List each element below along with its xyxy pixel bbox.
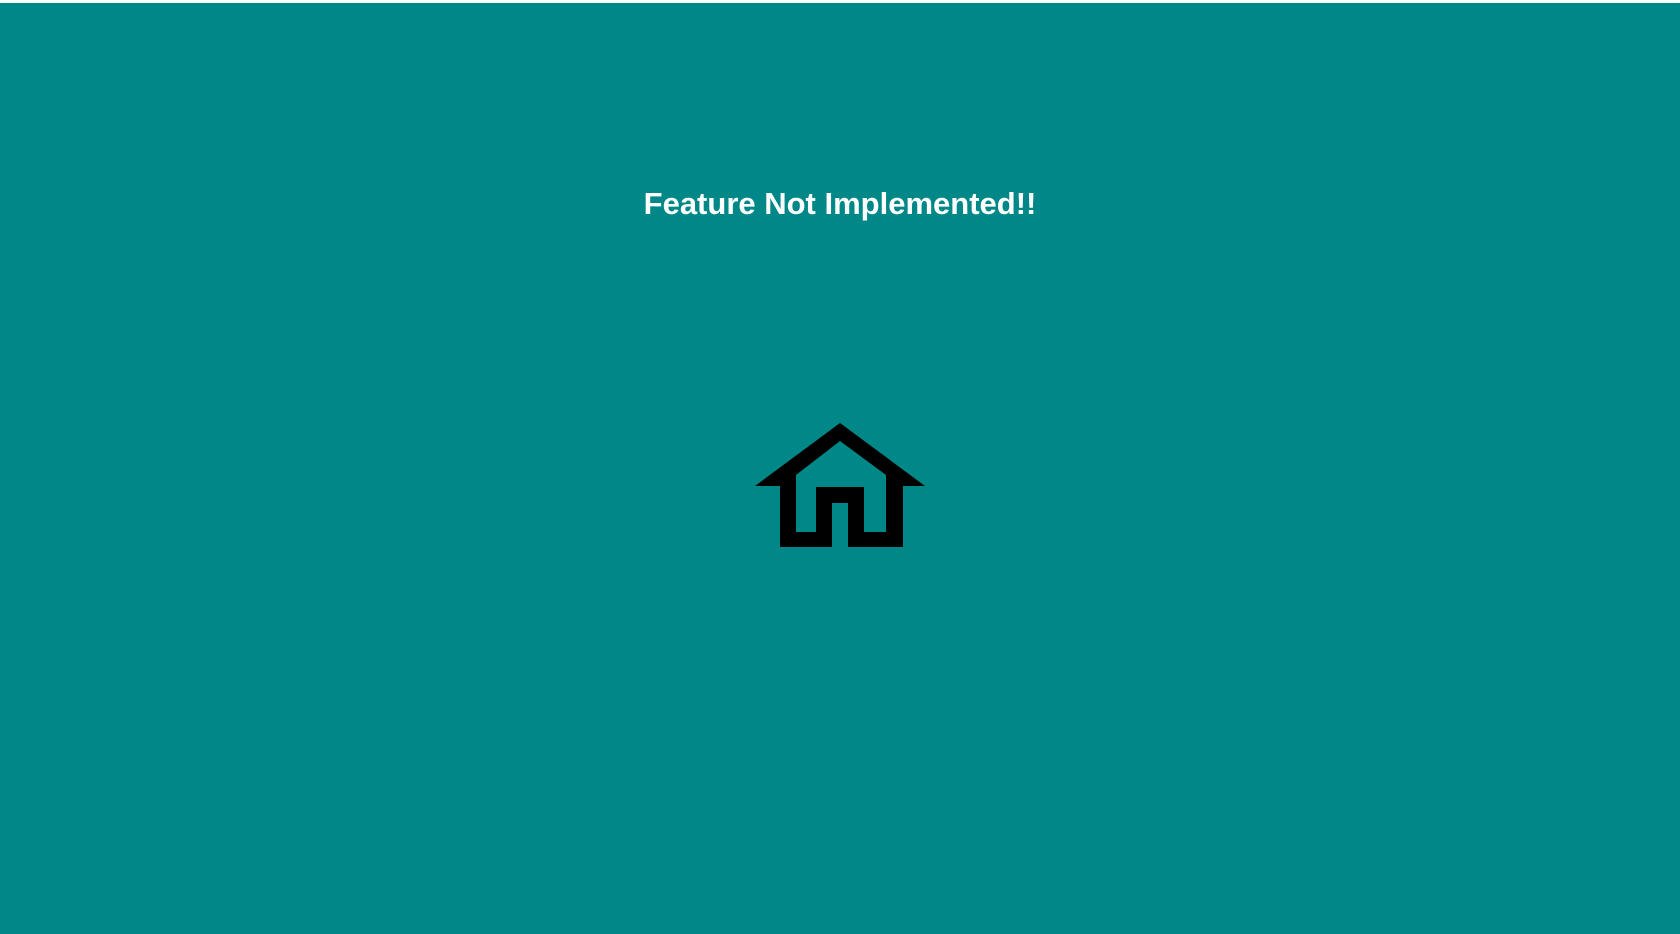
not-implemented-page: Feature Not Implemented!! <box>0 3 1680 934</box>
page-title: Feature Not Implemented!! <box>643 186 1037 221</box>
home-icon <box>755 423 925 547</box>
home-button[interactable] <box>755 423 925 549</box>
